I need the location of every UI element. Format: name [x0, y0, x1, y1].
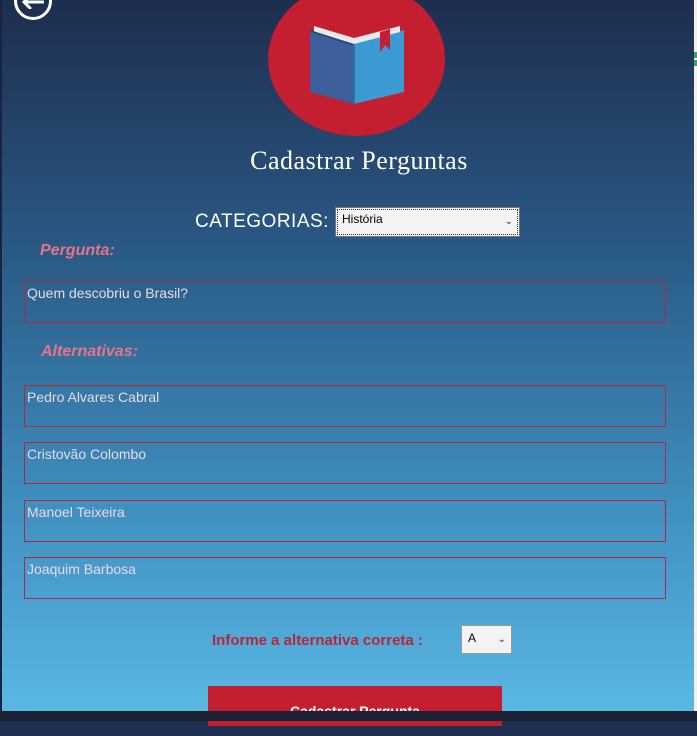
question-label: Pergunta: [40, 242, 115, 259]
page-title: Cadastrar Perguntas [250, 146, 468, 175]
correct-answer-label: Informe a alternativa correta : [212, 632, 423, 649]
chevron-down-icon: ⌄ [497, 634, 506, 645]
alternatives-label: Alternativas: [41, 343, 138, 360]
question-field[interactable]: Quem descobriu o Brasil? [24, 281, 666, 323]
alternative-d-value: Joaquim Barbosa [27, 561, 136, 577]
alternative-a-value: Pedro Alvares Cabral [27, 389, 160, 405]
category-select[interactable]: História ⌄ [335, 207, 520, 237]
app-logo [268, 0, 445, 136]
alternative-c-field[interactable]: Manoel Teixeira [24, 500, 666, 542]
alternative-b-field[interactable]: Cristovão Colombo [24, 442, 666, 484]
bottom-bar [0, 711, 697, 721]
correct-answer-value: A [468, 631, 477, 645]
back-button[interactable] [14, 0, 52, 20]
question-field-value: Quem descobriu o Brasil? [27, 285, 189, 301]
alternative-c-value: Manoel Teixeira [27, 504, 125, 520]
category-select-value: História [342, 212, 383, 226]
alternative-b-value: Cristovão Colombo [27, 446, 147, 462]
alternative-d-field[interactable]: Joaquim Barbosa [24, 557, 666, 599]
alternative-a-field[interactable]: Pedro Alvares Cabral [24, 385, 666, 427]
category-label: CATEGORIAS: [195, 211, 329, 232]
back-arrow-icon [22, 0, 44, 9]
correct-answer-select[interactable]: A ⌄ [461, 625, 512, 654]
chevron-down-icon: ⌄ [504, 216, 513, 227]
book-icon [310, 26, 404, 104]
window-left-edge [0, 0, 2, 721]
